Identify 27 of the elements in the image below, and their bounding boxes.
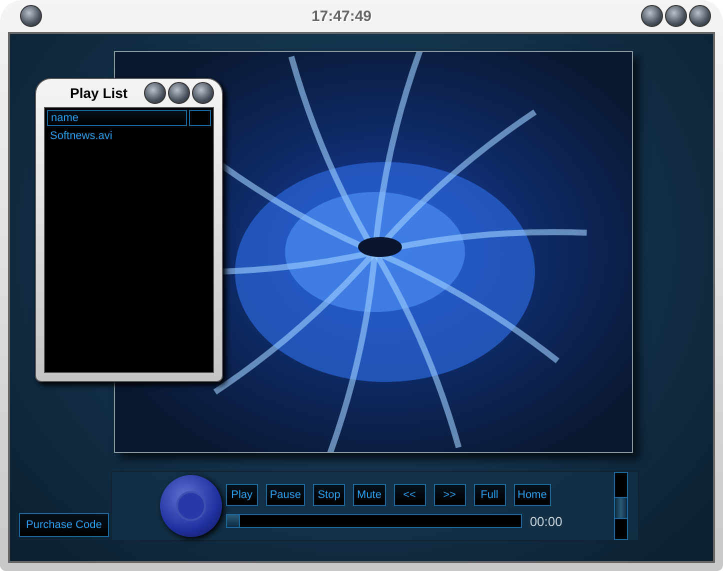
volume-slider[interactable] <box>614 472 628 540</box>
playlist-title: Play List <box>70 85 128 101</box>
window-button[interactable] <box>664 5 687 27</box>
transport-button[interactable]: Play <box>226 484 258 506</box>
column-header[interactable]: name <box>47 110 187 126</box>
window-button[interactable] <box>192 82 214 104</box>
column-header[interactable] <box>189 110 211 126</box>
transport-button[interactable]: Home <box>514 484 551 506</box>
transport-button[interactable]: Full <box>474 484 506 506</box>
clock-title: 17:47:49 <box>311 8 372 24</box>
time-readout: 00:00 <box>530 514 562 528</box>
volume-thumb[interactable] <box>615 497 628 520</box>
window-button[interactable] <box>688 5 711 27</box>
window-button[interactable] <box>168 82 190 104</box>
transport-button[interactable]: Pause <box>266 484 306 506</box>
window-button[interactable] <box>144 82 166 104</box>
window-button[interactable] <box>20 5 42 27</box>
purchase-code-button[interactable]: Purchase Code <box>19 513 109 537</box>
transport-button[interactable]: Stop <box>313 484 346 506</box>
transport-button[interactable]: >> <box>434 484 466 506</box>
transport-button[interactable]: Mute <box>353 484 386 506</box>
jog-dial-icon[interactable] <box>160 475 222 537</box>
progress-track[interactable] <box>226 514 522 528</box>
window-button[interactable] <box>640 5 663 27</box>
playlist-item[interactable]: Softnews.avi <box>47 126 211 142</box>
progress-thumb[interactable] <box>226 515 240 527</box>
transport-button[interactable]: << <box>394 484 426 506</box>
